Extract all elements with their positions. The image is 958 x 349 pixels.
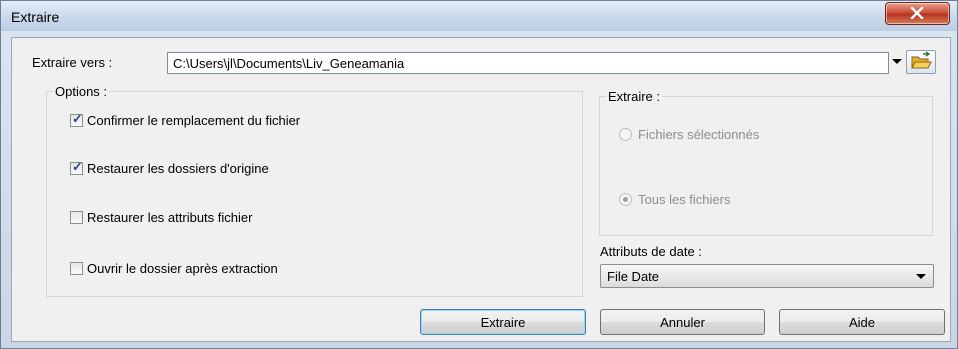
radio-all-files[interactable]: Tous les fichiers [619, 192, 730, 207]
option-label: Restaurer les dossiers d'origine [87, 160, 269, 176]
option-restore-attributes[interactable]: Restaurer les attributs fichier [70, 208, 252, 226]
date-attributes-value: File Date [607, 269, 660, 284]
cancel-button[interactable]: Annuler [600, 309, 765, 335]
chevron-down-icon [916, 274, 926, 279]
radio-label: Tous les fichiers [638, 192, 731, 207]
close-button[interactable] [885, 2, 950, 25]
radio-selected-files[interactable]: Fichiers sélectionnés [619, 127, 759, 142]
checkbox[interactable] [70, 210, 83, 224]
checkbox[interactable] [70, 111, 83, 127]
option-restore-folders[interactable]: Restaurer les dossiers d'origine [70, 159, 269, 177]
checkbox[interactable] [70, 261, 83, 275]
options-group-title: Options : [53, 84, 110, 99]
folder-open-icon [911, 51, 932, 69]
dialog-body: Extraire vers : Options : Confirmer le r… [11, 37, 951, 342]
radio-button[interactable] [619, 193, 632, 206]
option-open-folder[interactable]: Ouvrir le dossier après extraction [70, 259, 278, 277]
date-attributes-select[interactable]: File Date [600, 264, 934, 288]
help-button[interactable]: Aide [779, 309, 945, 335]
title-bar[interactable]: Extraire [1, 1, 957, 31]
destination-label: Extraire vers : [32, 55, 113, 70]
checkbox[interactable] [70, 159, 83, 175]
date-attributes-label: Attributs de date : [600, 244, 702, 259]
radio-label: Fichiers sélectionnés [638, 127, 760, 142]
option-label: Ouvrir le dossier après extraction [87, 260, 278, 276]
radio-button[interactable] [619, 128, 632, 141]
destination-path-input[interactable] [167, 52, 889, 74]
close-icon [910, 7, 924, 19]
extract-dialog: Extraire Extraire vers : Options : Confi… [0, 0, 958, 349]
extract-scope-title: Extraire : [606, 89, 663, 104]
extract-button[interactable]: Extraire [420, 309, 586, 335]
chevron-down-icon[interactable] [892, 59, 902, 64]
option-label: Restaurer les attributs fichier [87, 209, 253, 225]
extract-scope-group: Extraire : [599, 89, 933, 236]
browse-folder-button[interactable] [906, 50, 936, 74]
window-title: Extraire [11, 9, 60, 25]
option-confirm-overwrite[interactable]: Confirmer le remplacement du fichier [70, 111, 300, 129]
option-label: Confirmer le remplacement du fichier [87, 112, 301, 128]
